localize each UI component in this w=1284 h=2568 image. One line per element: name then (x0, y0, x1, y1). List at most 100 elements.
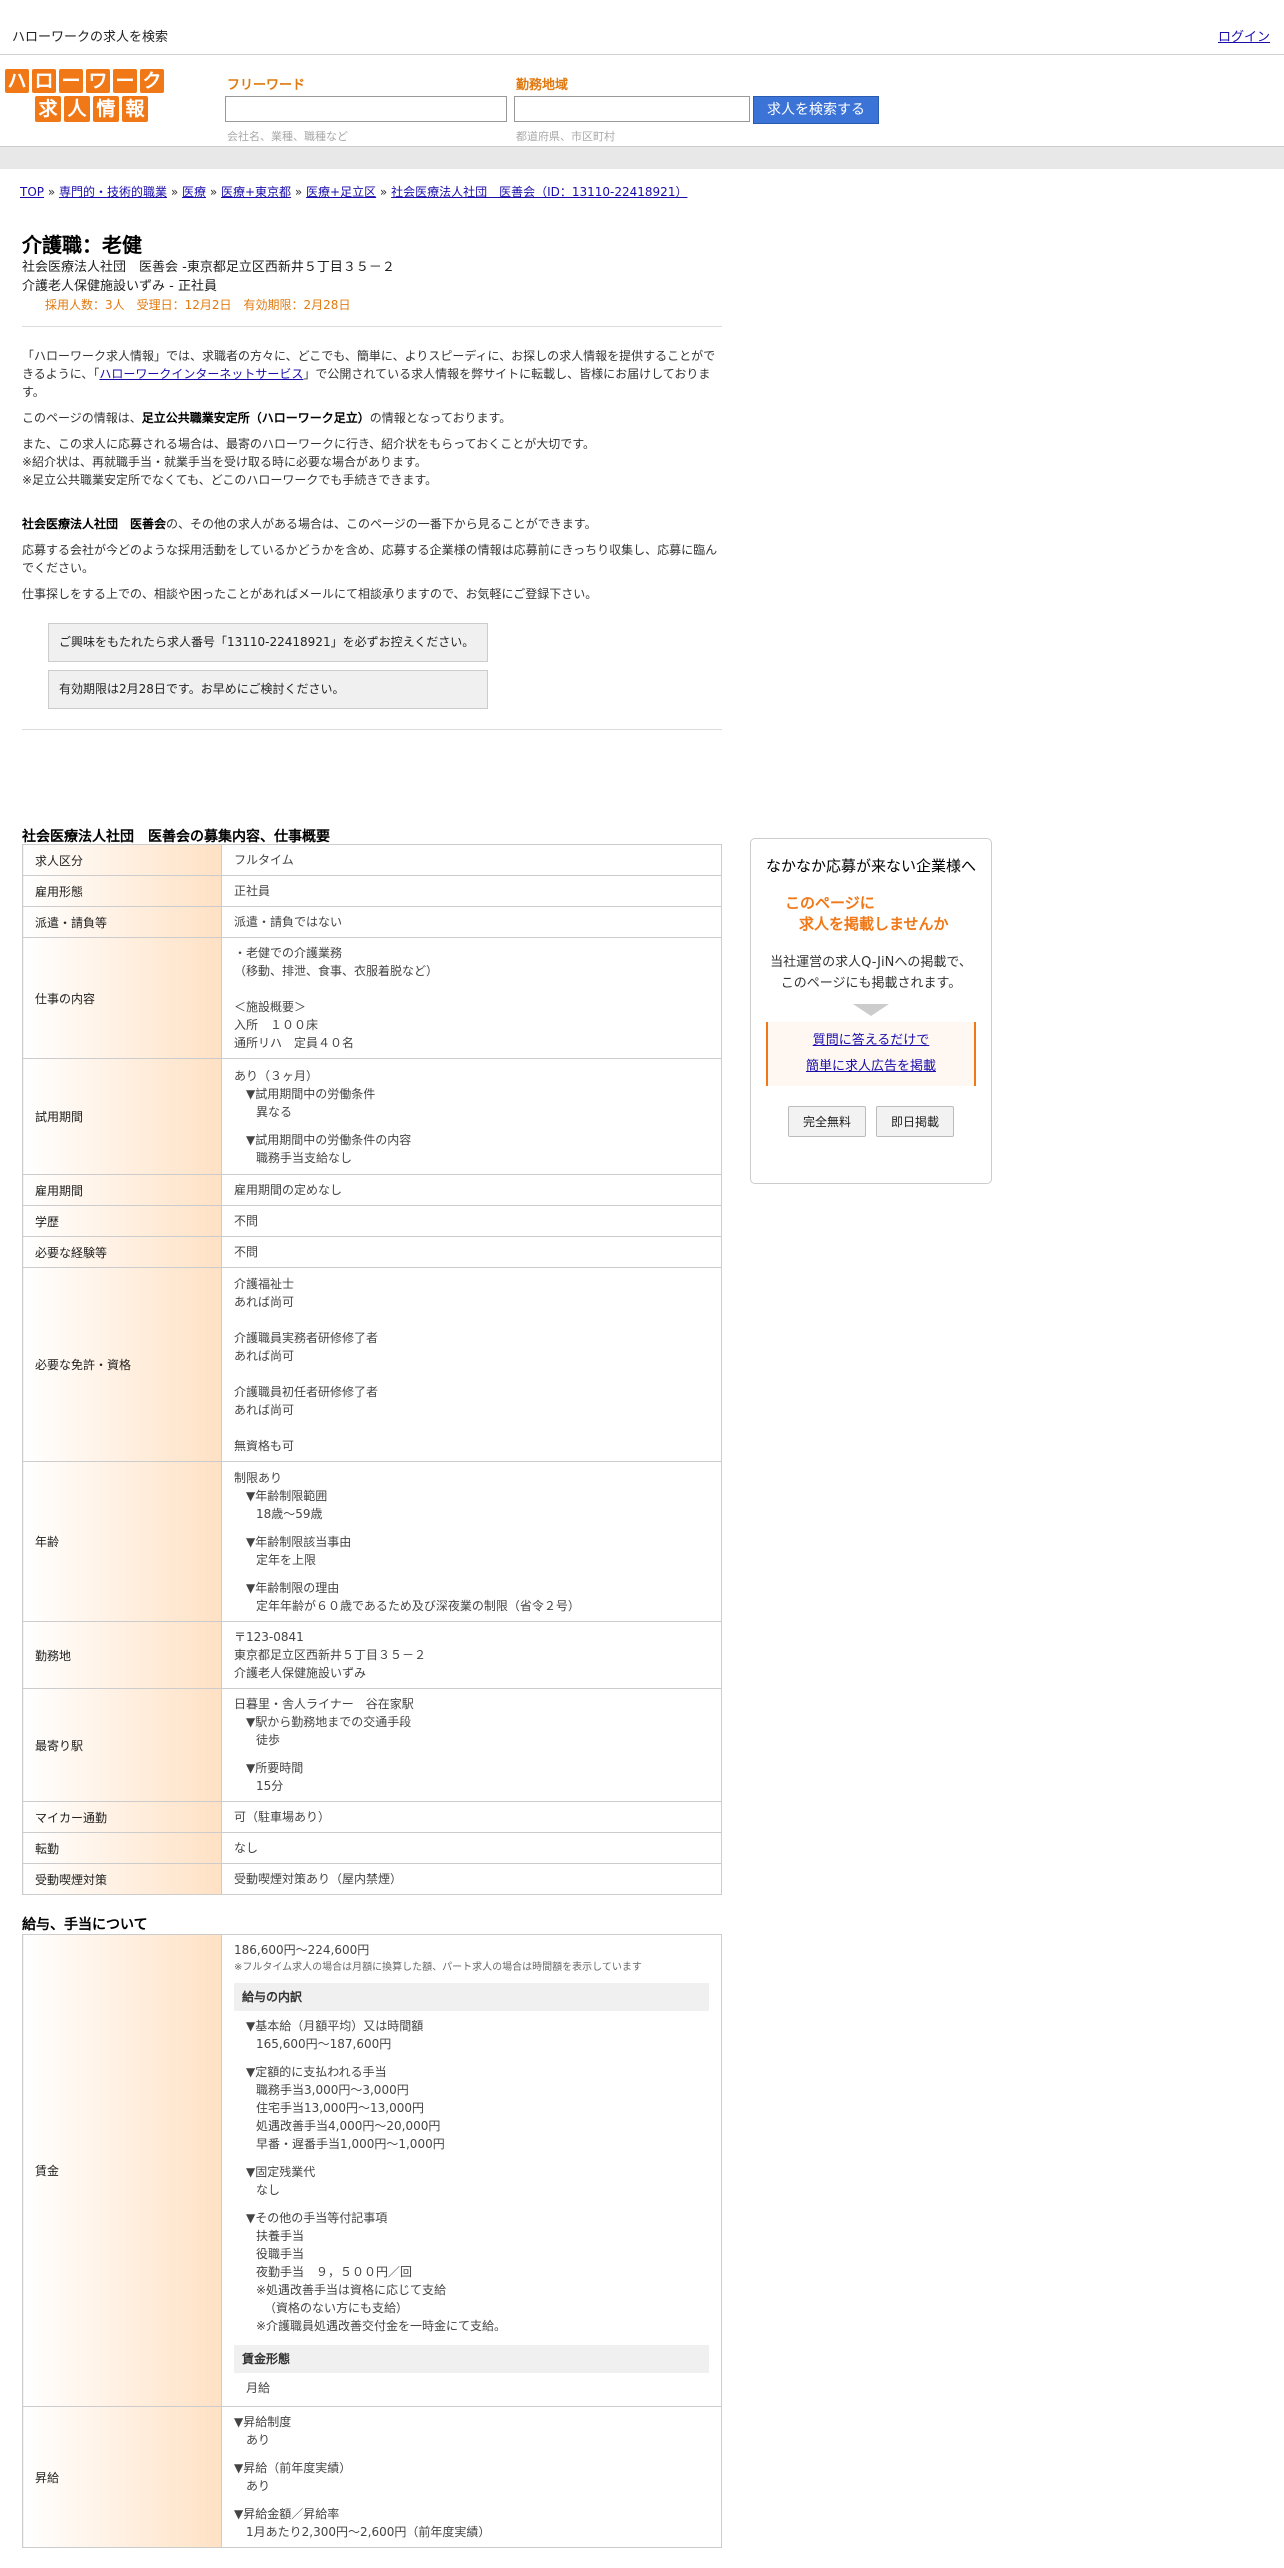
logo-char: ー (113, 69, 137, 93)
table-row: 試用期間 あり（３ヶ月） ▼試用期間中の労働条件 異なる ▼試用期間中の労働条件… (22, 1058, 722, 1175)
referral-text: ※足立公共職業安定所でなくても、どこのハローワークでも手続きできます。 (22, 473, 438, 487)
table-row: 年齢 制限あり ▼年齢制限範囲 18歳〜59歳 ▼年齢制限該当事由 定年を上限 … (22, 1461, 722, 1622)
breadcrumb-top[interactable]: TOP (20, 185, 44, 199)
logo-char: 情 (93, 96, 119, 122)
advertise-link-answer[interactable]: 質問に答えるだけで (813, 1033, 930, 1048)
logo-char: 人 (64, 96, 90, 122)
value-line: ※処遇改善手当は資格に応じて支給 (256, 2283, 447, 2297)
table-row: マイカー通勤 可（駐車場あり） (22, 1801, 722, 1833)
value-line: ▼所要時間 (246, 1761, 304, 1775)
free-badge[interactable]: 完全無料 (787, 1106, 866, 1137)
row-value: 可（駐車場あり） (221, 1801, 722, 1833)
row-value: あり（３ヶ月） ▼試用期間中の労働条件 異なる ▼試用期間中の労働条件の内容 職… (221, 1058, 722, 1175)
value-line: 住宅手当13,000円〜13,000円 (256, 2101, 424, 2115)
value-line: 介護老人保健施設いずみ (234, 1666, 367, 1680)
value-line: あれば尚可 (234, 1294, 295, 1309)
advertise-link-box: 質問に答えるだけで 簡単に求人広告を掲載 (766, 1022, 976, 1086)
row-value: 正社員 (221, 875, 722, 907)
table-row: 学歴 不問 (22, 1205, 722, 1237)
table-row: 賃金 186,600円〜224,600円 ※フルタイム求人の場合は月額に換算した… (22, 1934, 722, 2407)
value-line: ＜施設概要＞ (234, 1000, 307, 1014)
source-paragraph: このページの情報は、足立公共職業安定所（ハローワーク足立）の情報となっております… (22, 409, 722, 427)
divider (22, 729, 722, 730)
advertise-catch-2: 求人を掲載しませんか (799, 915, 949, 933)
value-line: ▼試用期間中の労働条件 (246, 1086, 376, 1101)
breadcrumb-medical-adachi[interactable]: 医療+足立区 (306, 185, 376, 199)
value-line: 定年年齢が６０歳であるため及び深夜業の制限（省令２号） (256, 1598, 580, 1613)
breadcrumb: TOP » 専門的・技術的職業 » 医療 » 医療+東京都 » 医療+足立区 »… (20, 185, 688, 199)
freeword-hint: 会社名、業種、職種など (227, 130, 348, 143)
section-title-salary: 給与、手当について (22, 1917, 148, 1933)
logo-char: 報 (122, 96, 148, 122)
facility-line: 介護老人保健施設いずみ - 正社員 (22, 279, 217, 294)
section-title-overview: 社会医療法人社団 医善会の募集内容、仕事概要 (22, 829, 330, 845)
row-label: 年齢 (22, 1461, 222, 1622)
job-meta: 採用人数：3人 受理日：12月2日 有効期限：2月28日 (45, 298, 351, 312)
breadcrumb-medical-tokyo[interactable]: 医療+東京都 (221, 185, 291, 199)
value-line: 早番・遅番手当1,000円〜1,000円 (256, 2137, 445, 2151)
breadcrumb-medical[interactable]: 医療 (182, 185, 206, 199)
office-name: 足立公共職業安定所（ハローワーク足立） (141, 411, 370, 425)
row-label: 必要な免許・資格 (22, 1267, 222, 1462)
value-line: あり (246, 2479, 271, 2493)
consult-paragraph: 仕事探しをする上での、相談や困ったことがあればメールにて相談承りますので、お気軽… (22, 587, 598, 601)
row-value: 雇用期間の定めなし (221, 1174, 722, 1206)
value-line: 18歳〜59歳 (256, 1506, 323, 1521)
value-line: 日暮里・舎人ライナー 谷在家駅 (234, 1697, 414, 1711)
value-line: ※介護職員処遇改善交付金を一時金にて支給。 (256, 2319, 507, 2333)
value-line: （移動、排泄、食事、衣服着脱など） (234, 964, 439, 978)
value-line: ▼駅から勤務地までの交通手段 (246, 1715, 412, 1729)
row-label: 求人区分 (22, 844, 222, 876)
row-value: フルタイム (221, 844, 722, 876)
top-bar: ハローワークの求人を検索 ログイン (0, 0, 1284, 55)
row-label: 最寄り駅 (22, 1688, 222, 1802)
hellowork-logo[interactable]: ハ ロ ー ワ ー ク 求 人 情 報 (5, 69, 181, 125)
row-value: 不問 (221, 1205, 722, 1237)
table-row: 仕事の内容 ・老健での介護業務 （移動、排泄、食事、衣服着脱など） ＜施設概要＞… (22, 937, 722, 1059)
referral-paragraph: また、この求人に応募される場合は、最寄のハローワークに行き、紹介状をもらっておく… (22, 435, 722, 489)
area-label: 勤務地域 (516, 78, 569, 93)
hellowork-internet-link[interactable]: ハローワークインターネットサービス (99, 367, 303, 381)
value-line: 職務手当支給なし (256, 1150, 353, 1165)
row-label: マイカー通勤 (22, 1801, 222, 1833)
row-label: 学歴 (22, 1205, 222, 1237)
row-value: 186,600円〜224,600円 ※フルタイム求人の場合は月額に換算した額、パ… (221, 1934, 722, 2407)
search-button[interactable]: 求人を検索する (753, 96, 879, 124)
area-hint: 都道府県、市区町村 (516, 130, 615, 143)
site-title: ハローワークの求人を検索 (12, 30, 169, 45)
notice-job-number: ご興味をもたれたら求人番号「13110-22418921」を必ずお控えください。 (48, 623, 488, 662)
table-row: 求人区分 フルタイム (22, 844, 722, 876)
value-line: 無資格も可 (234, 1438, 295, 1453)
row-value: 受動喫煙対策あり（屋内禁煙） (221, 1863, 722, 1895)
value-line: あれば尚可 (234, 1402, 295, 1417)
same-day-badge[interactable]: 即日掲載 (876, 1106, 955, 1137)
breadcrumb-category[interactable]: 専門的・技術的職業 (59, 185, 167, 199)
row-label: 昇給 (22, 2406, 222, 2548)
value-line: 役職手当 (256, 2247, 305, 2261)
freeword-input[interactable] (225, 96, 507, 122)
down-arrow-icon (853, 1004, 889, 1016)
table-row: 昇給 ▼昇給制度 あり ▼昇給（前年度実績） あり ▼昇給金額／昇給率 1月あた… (22, 2406, 722, 2548)
value-line: あれば尚可 (234, 1348, 295, 1363)
source-text: の情報となっております。 (369, 411, 512, 425)
wage-form-heading: 賃金形態 (234, 2345, 709, 2373)
advertise-desc-line: このページにも掲載されます。 (780, 976, 962, 991)
area-input[interactable] (514, 96, 750, 122)
value-line: 通所リハ 定員４０名 (234, 1036, 355, 1050)
row-label: 勤務地 (22, 1621, 222, 1689)
breadcrumb-company[interactable]: 社会医療法人社団 医善会（ID：13110-22418921） (391, 185, 687, 199)
value-line: 1月あたり2,300円〜2,600円（前年度実績） (246, 2525, 491, 2539)
main-content: 介護職：老健 社会医療法人社団 医善会 -東京都足立区西新井５丁目３５－２ 介護… (22, 232, 722, 744)
value-line: ▼年齢制限範囲 (246, 1488, 328, 1503)
breakdown-heading: 給与の内訳 (234, 1983, 709, 2011)
table-row: 必要な経験等 不問 (22, 1236, 722, 1268)
freeword-label: フリーワード (227, 78, 306, 93)
value-line: 介護職員実務者研修修了者 (234, 1330, 379, 1345)
value-line: 夜勤手当 ９，５００円／回 (256, 2265, 413, 2279)
login-link[interactable]: ログイン (1218, 26, 1270, 45)
advertise-link-post[interactable]: 簡単に求人広告を掲載 (806, 1059, 936, 1074)
job-title: 介護職：老健 (22, 233, 142, 257)
value-line: ▼固定残業代 (246, 2165, 316, 2179)
table-row: 転勤 なし (22, 1832, 722, 1864)
row-label: 受動喫煙対策 (22, 1863, 222, 1895)
